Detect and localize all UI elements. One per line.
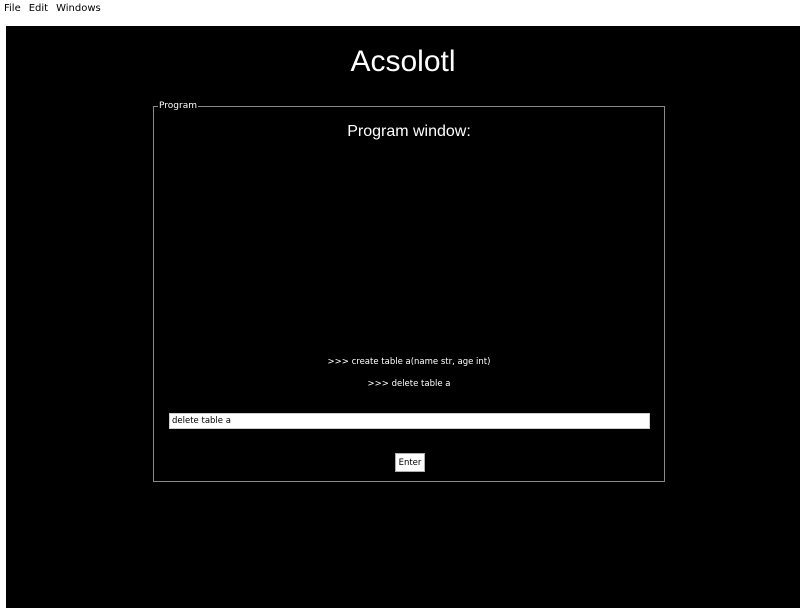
- program-heading: Program window:: [347, 123, 471, 140]
- command-input[interactable]: [169, 413, 650, 429]
- menu-bar: File Edit Windows: [0, 0, 800, 26]
- history-line: >>> create table a(name str, age int): [327, 357, 491, 367]
- menu-edit[interactable]: Edit: [29, 3, 48, 14]
- program-group: Program Program window: >>> create table…: [153, 99, 665, 482]
- program-group-label: Program: [158, 99, 198, 113]
- command-history: >>> create table a(name str, age int) >>…: [154, 355, 664, 399]
- menu-file[interactable]: File: [4, 3, 21, 14]
- enter-button[interactable]: Enter: [395, 453, 425, 472]
- app-title: Acsolotl: [350, 45, 456, 78]
- main-canvas: Acsolotl Program Program window: >>> cre…: [6, 26, 800, 608]
- history-line: >>> delete table a: [367, 379, 451, 389]
- menu-windows[interactable]: Windows: [56, 3, 101, 14]
